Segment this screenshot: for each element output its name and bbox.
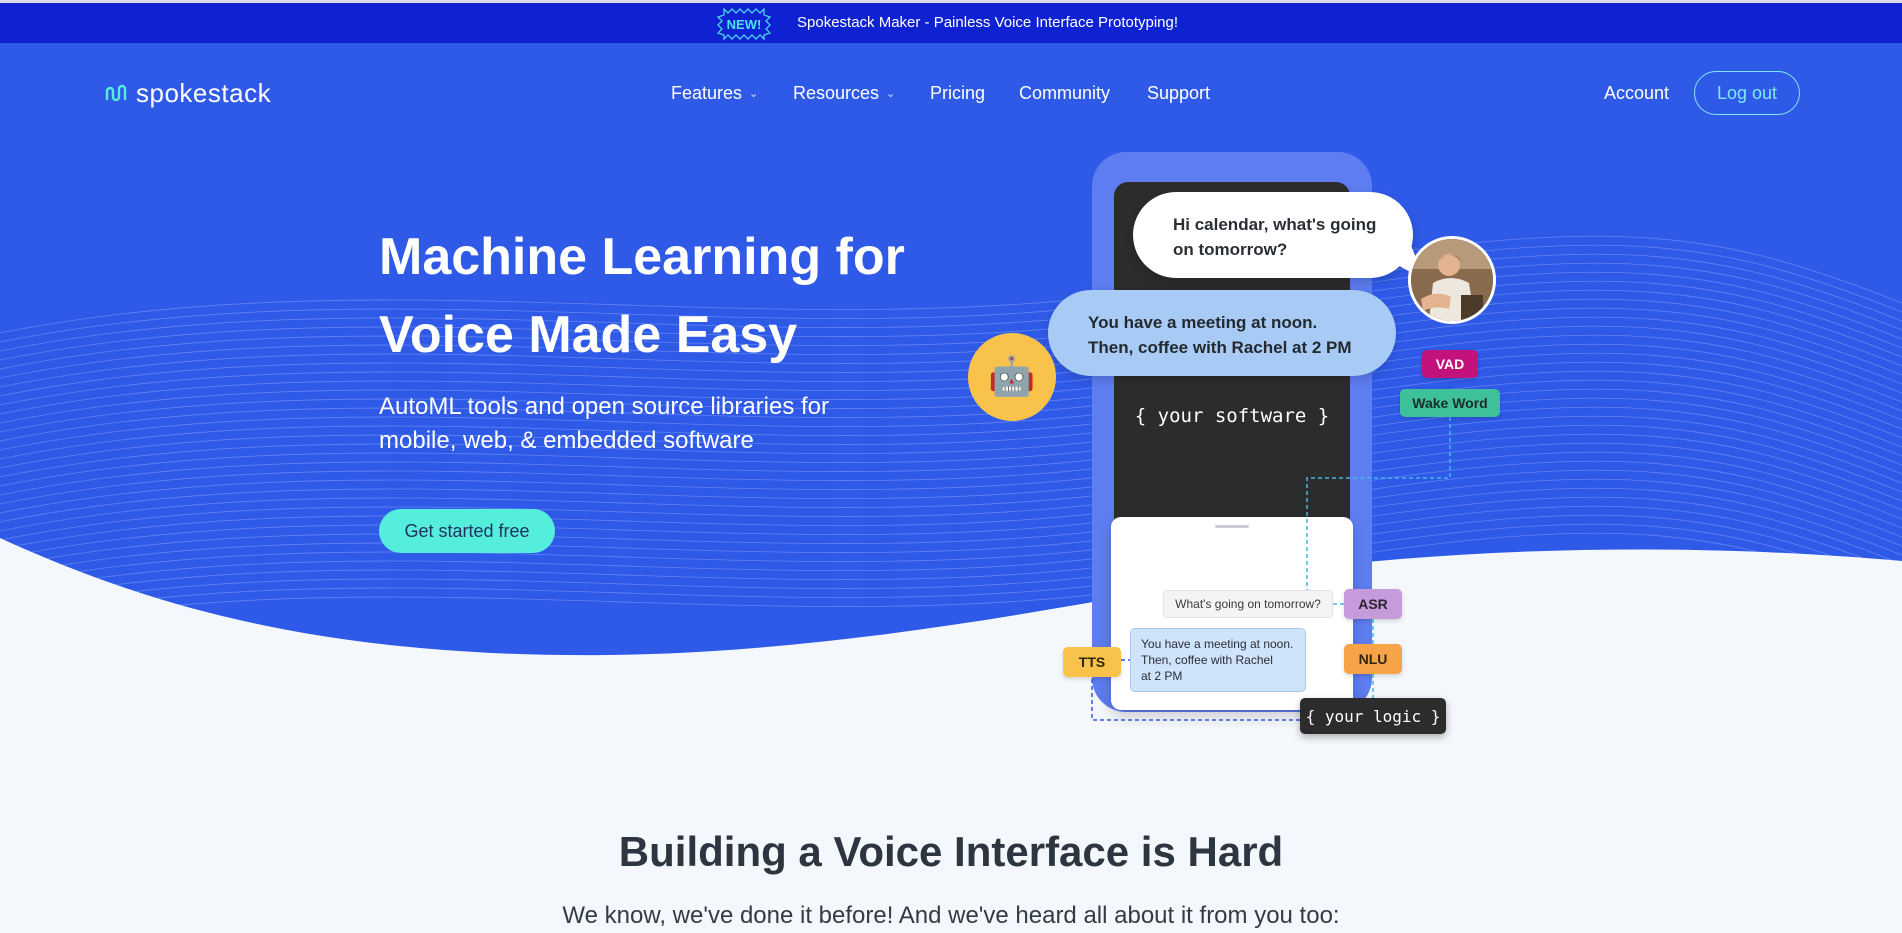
wake-word-tag: Wake Word bbox=[1400, 389, 1500, 417]
robot-avatar: 🤖 bbox=[968, 333, 1056, 421]
chat-question: What's going on tomorrow? bbox=[1163, 590, 1333, 618]
section-title: Building a Voice Interface is Hard bbox=[618, 828, 1284, 875]
bubble-tail bbox=[1392, 238, 1425, 280]
tts-tag: TTS bbox=[1063, 647, 1121, 677]
user-avatar bbox=[1408, 236, 1496, 324]
chat-answer: You have a meeting at noon. Then, coffee… bbox=[1130, 628, 1306, 692]
robot-icon: 🤖 bbox=[988, 356, 1036, 398]
your-logic-label: { your logic } bbox=[1300, 698, 1446, 734]
chat-answer-line: at 2 PM bbox=[1141, 669, 1183, 683]
nlu-tag: NLU bbox=[1344, 644, 1402, 674]
vad-tag: VAD bbox=[1422, 350, 1478, 378]
asr-tag: ASR bbox=[1344, 589, 1402, 619]
chat-answer-line: You have a meeting at noon. bbox=[1141, 637, 1294, 651]
bot-speech-line: You have a meeting at noon. bbox=[1088, 313, 1318, 332]
bot-speech-line: Then, coffee with Rachel at 2 PM bbox=[1088, 338, 1352, 357]
section-subtitle: We know, we've done it before! And we've… bbox=[562, 902, 1340, 929]
bot-speech-bubble: You have a meeting at noon. Then, coffee… bbox=[1048, 290, 1396, 376]
person-photo-icon bbox=[1411, 239, 1493, 321]
chat-answer-line: Then, coffee with Rachel bbox=[1141, 653, 1273, 667]
